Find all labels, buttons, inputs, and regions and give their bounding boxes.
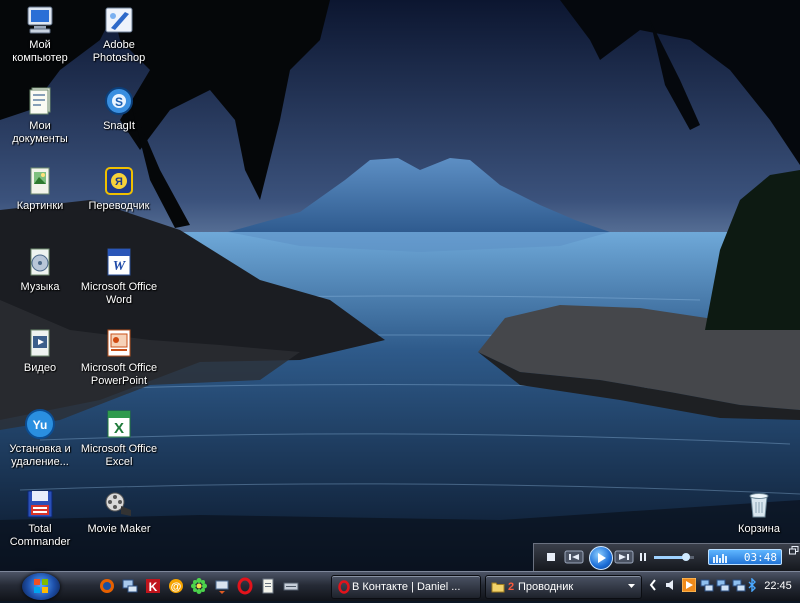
desktop-icon-translator[interactable]: Я Переводчик [80, 165, 158, 213]
photoshop-icon [105, 7, 133, 33]
pause-icon[interactable] [638, 550, 648, 564]
excel-icon: X [107, 410, 131, 438]
play-icon [598, 553, 606, 563]
desktop-icon-my-documents[interactable]: Мои документы [1, 85, 79, 146]
volume-icon[interactable] [664, 578, 678, 592]
taskbar-button-explorer-group[interactable]: 2 Проводник [485, 575, 642, 599]
desktop-icon-label: Корзина [738, 523, 780, 535]
system-tray: 22:45 [648, 575, 800, 597]
restore-player-icon[interactable] [789, 546, 799, 555]
taskbar-button-opera[interactable]: В Контакте | Daniel ... [331, 575, 481, 599]
taskbar-clock[interactable]: 22:45 [758, 575, 798, 597]
word-icon: W [107, 248, 131, 276]
network-drive-icon[interactable] [282, 577, 300, 595]
desktop-icon-pictures[interactable]: Картинки [1, 165, 79, 213]
powerpoint-icon [107, 329, 131, 357]
desktop-icon-movie-maker[interactable]: Movie Maker [80, 488, 158, 536]
notepad-icon[interactable] [259, 577, 277, 595]
svg-text:@: @ [171, 581, 182, 593]
pictures-icon [30, 167, 50, 195]
chevron-left-icon[interactable] [648, 578, 658, 592]
video-icon [30, 329, 50, 357]
my-computer-icon [27, 6, 53, 34]
previous-track-icon[interactable] [564, 550, 584, 564]
desktop-icon-label: Картинки [16, 200, 64, 212]
desktop-icon-recycle-bin[interactable]: Корзина [720, 488, 798, 536]
opera-icon[interactable] [236, 577, 254, 595]
desktop-icon-label: Мои документы [12, 120, 68, 145]
play-button[interactable] [589, 546, 613, 570]
music-icon [30, 248, 50, 276]
kaspersky-icon[interactable]: K [144, 577, 162, 595]
desktop-icon-label: SnagIt [103, 120, 135, 132]
desktop-icon-label: Microsoft Office Word [80, 281, 158, 306]
media-player-mini-toolbar: 03:48 [533, 543, 800, 571]
volume-slider[interactable] [654, 553, 694, 561]
desktop-icon-add-remove-programs[interactable]: Yu Установка и удаление... [1, 408, 79, 469]
total-commander-icon [27, 490, 53, 518]
svg-text:Yu: Yu [33, 418, 48, 432]
desktop-icon-label: Total Commander [9, 523, 71, 548]
desktop-icon-label: Microsoft Office PowerPoint [80, 362, 158, 387]
taskbar-button-label: В Контакте | Daniel ... [352, 581, 461, 593]
recycle-bin-icon [749, 493, 769, 518]
transfer-icon[interactable] [213, 577, 231, 595]
stop-icon[interactable] [544, 550, 558, 564]
svg-text:Я: Я [115, 176, 123, 188]
svg-text:W: W [113, 259, 127, 274]
movie-maker-icon [105, 492, 131, 516]
icq-icon[interactable] [190, 577, 208, 595]
desktop-icon-video[interactable]: Видео [1, 327, 79, 375]
start-button[interactable] [22, 573, 60, 600]
desktop-icon-excel[interactable]: X Microsoft Office Excel [80, 408, 158, 469]
next-track-icon[interactable] [614, 550, 634, 564]
desktop-icon-label: Переводчик [88, 200, 150, 212]
network-icon[interactable] [121, 577, 139, 595]
folder-icon [491, 582, 505, 593]
volume-slider-knob[interactable] [682, 553, 690, 561]
network-icon[interactable] [716, 578, 730, 592]
taskbar-button-label: Проводник [518, 581, 574, 593]
desktop-icon-powerpoint[interactable]: Microsoft Office PowerPoint [80, 327, 158, 388]
taskbar: K @ В Контакте | Daniel ... 2 Проводник … [0, 571, 800, 601]
network-icon[interactable] [700, 578, 714, 592]
desktop-icon-photoshop[interactable]: Adobe Photoshop [80, 4, 158, 65]
firefox-icon[interactable] [98, 577, 116, 595]
task-group-count: 2 [508, 581, 515, 593]
desktop-icon-label: Установка и удаление... [9, 443, 71, 468]
bluetooth-icon[interactable] [748, 578, 756, 592]
media-player-icon[interactable] [682, 578, 696, 592]
equalizer-icon [713, 554, 727, 563]
desktop-icon-label: Мой компьютер [12, 39, 68, 64]
windows-logo-icon [34, 579, 48, 593]
desktop-icon-label: Microsoft Office Excel [80, 443, 158, 468]
chevron-down-icon [628, 584, 635, 588]
translator-icon: Я [105, 167, 133, 195]
desktop-icon-label: Movie Maker [87, 523, 151, 535]
desktop-icon-my-computer[interactable]: Мой компьютер [1, 4, 79, 65]
svg-text:S: S [115, 95, 123, 109]
desktop-icon-label: Видео [23, 362, 57, 374]
desktop-icon-label: Музыка [20, 281, 60, 293]
media-time-text: 03:48 [743, 551, 777, 564]
desktop-icon-snagit[interactable]: S SnagIt [80, 85, 158, 133]
media-time-display: 03:48 [708, 549, 782, 565]
svg-text:X: X [114, 420, 124, 437]
network-icon[interactable] [732, 578, 746, 592]
add-remove-programs-icon: Yu [25, 409, 55, 439]
snagit-icon: S [105, 87, 133, 115]
desktop-icon-total-commander[interactable]: Total Commander [1, 488, 79, 549]
my-documents-icon [29, 87, 51, 115]
desktop-icon-label: Adobe Photoshop [92, 39, 146, 64]
desktop-icon-music[interactable]: Музыка [1, 246, 79, 294]
opera-icon [338, 580, 350, 594]
desktop-icon-word[interactable]: W Microsoft Office Word [80, 246, 158, 307]
svg-text:K: K [149, 580, 158, 594]
mail-agent-icon[interactable]: @ [167, 577, 185, 595]
